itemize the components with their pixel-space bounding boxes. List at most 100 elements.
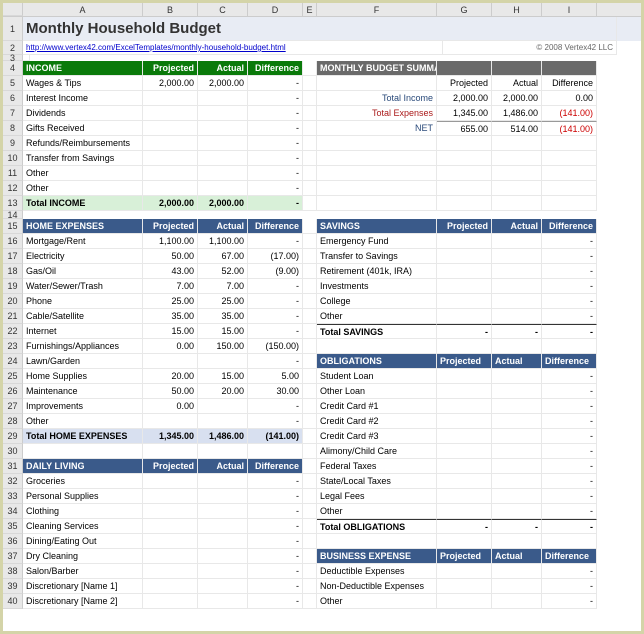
val-projected[interactable] [437,474,492,489]
val-difference[interactable]: 0.00 [542,91,597,106]
val-projected[interactable]: 2,000.00 [143,76,198,91]
summary-label[interactable]: Total Expenses [317,106,437,121]
val-actual[interactable] [198,106,248,121]
col-header-f[interactable]: F [317,3,437,16]
cell[interactable] [303,196,317,211]
val-difference[interactable]: (150.00) [248,339,303,354]
val-actual[interactable] [492,444,542,459]
val-projected[interactable]: 1,100.00 [143,234,198,249]
col-actual[interactable]: Actual [492,354,542,369]
cell[interactable] [303,151,317,166]
cell[interactable] [303,444,317,459]
val-actual[interactable]: - [492,324,542,339]
item-name[interactable]: Credit Card #3 [317,429,437,444]
val-projected[interactable] [437,369,492,384]
item-name[interactable]: Other Loan [317,384,437,399]
col-header-a[interactable]: A [23,3,143,16]
row-header[interactable]: 22 [3,324,23,339]
item-name[interactable]: Retirement (401k, IRA) [317,264,437,279]
val-projected[interactable] [143,549,198,564]
col-difference[interactable]: Difference [248,459,303,474]
item-name[interactable]: Other [23,166,143,181]
val-projected[interactable] [437,564,492,579]
cell[interactable] [303,234,317,249]
val-projected[interactable] [437,414,492,429]
val-actual[interactable] [492,504,542,519]
val-difference[interactable]: - [542,249,597,264]
section-header[interactable]: BUSINESS EXPENSE [317,549,437,564]
val-difference[interactable]: - [248,489,303,504]
val-actual[interactable] [492,234,542,249]
val-actual[interactable]: 15.00 [198,369,248,384]
item-name[interactable]: Other [317,504,437,519]
row-header[interactable]: 10 [3,151,23,166]
val-difference[interactable]: - [248,309,303,324]
val-actual[interactable] [198,166,248,181]
cell[interactable] [492,339,542,354]
row-header[interactable]: 11 [3,166,23,181]
val-actual[interactable] [198,519,248,534]
item-name[interactable]: Maintenance [23,384,143,399]
item-name[interactable]: Total HOME EXPENSES [23,429,143,444]
item-name[interactable]: Groceries [23,474,143,489]
col-header-h[interactable]: H [492,3,542,16]
item-name[interactable]: Alimony/Child Care [317,444,437,459]
item-name[interactable]: Personal Supplies [23,489,143,504]
val-projected[interactable]: 0.00 [143,399,198,414]
cell[interactable] [303,121,317,136]
row-header[interactable]: 40 [3,594,23,609]
val-actual[interactable]: 1,486.00 [492,106,542,121]
row-header[interactable]: 4 [3,61,23,76]
val-difference[interactable]: Difference [542,76,597,91]
val-actual[interactable]: 25.00 [198,294,248,309]
cell[interactable] [303,339,317,354]
cell[interactable] [317,151,437,166]
row-header[interactable]: 26 [3,384,23,399]
val-actual[interactable]: 35.00 [198,309,248,324]
val-difference[interactable]: - [542,594,597,609]
cell[interactable] [492,151,542,166]
item-name[interactable]: Transfer from Savings [23,151,143,166]
val-actual[interactable] [492,489,542,504]
row-header[interactable]: 31 [3,459,23,474]
cell[interactable] [303,564,317,579]
val-difference[interactable]: - [248,279,303,294]
val-actual[interactable] [198,564,248,579]
cell[interactable] [542,339,597,354]
val-actual[interactable] [198,534,248,549]
cell[interactable] [303,219,317,234]
row-header[interactable]: 19 [3,279,23,294]
item-name[interactable]: Transfer to Savings [317,249,437,264]
col-actual[interactable]: Actual [492,549,542,564]
val-actual[interactable] [492,594,542,609]
val-difference[interactable]: - [248,324,303,339]
cell[interactable] [437,136,492,151]
val-actual[interactable] [492,369,542,384]
col-actual[interactable]: Actual [492,219,542,234]
summary-label[interactable]: NET [317,121,437,136]
val-projected[interactable] [437,264,492,279]
col-difference[interactable]: Difference [542,354,597,369]
row-header[interactable]: 8 [3,121,23,136]
val-actual[interactable] [198,136,248,151]
item-name[interactable]: Lawn/Garden [23,354,143,369]
row-header[interactable]: 25 [3,369,23,384]
val-difference[interactable]: - [542,474,597,489]
val-actual[interactable]: 150.00 [198,339,248,354]
col-difference[interactable]: Difference [542,219,597,234]
val-difference[interactable]: - [248,579,303,594]
val-difference[interactable]: - [542,519,597,534]
row-header[interactable]: 37 [3,549,23,564]
section-header[interactable]: HOME EXPENSES [23,219,143,234]
val-difference[interactable]: - [248,234,303,249]
val-difference[interactable]: - [248,121,303,136]
val-actual[interactable] [198,151,248,166]
val-actual[interactable] [492,564,542,579]
val-actual[interactable]: 7.00 [198,279,248,294]
val-projected[interactable] [143,579,198,594]
row-header[interactable]: 30 [3,444,23,459]
row-header[interactable]: 12 [3,181,23,196]
cell[interactable] [303,549,317,564]
row-header[interactable]: 35 [3,519,23,534]
cell[interactable] [303,136,317,151]
